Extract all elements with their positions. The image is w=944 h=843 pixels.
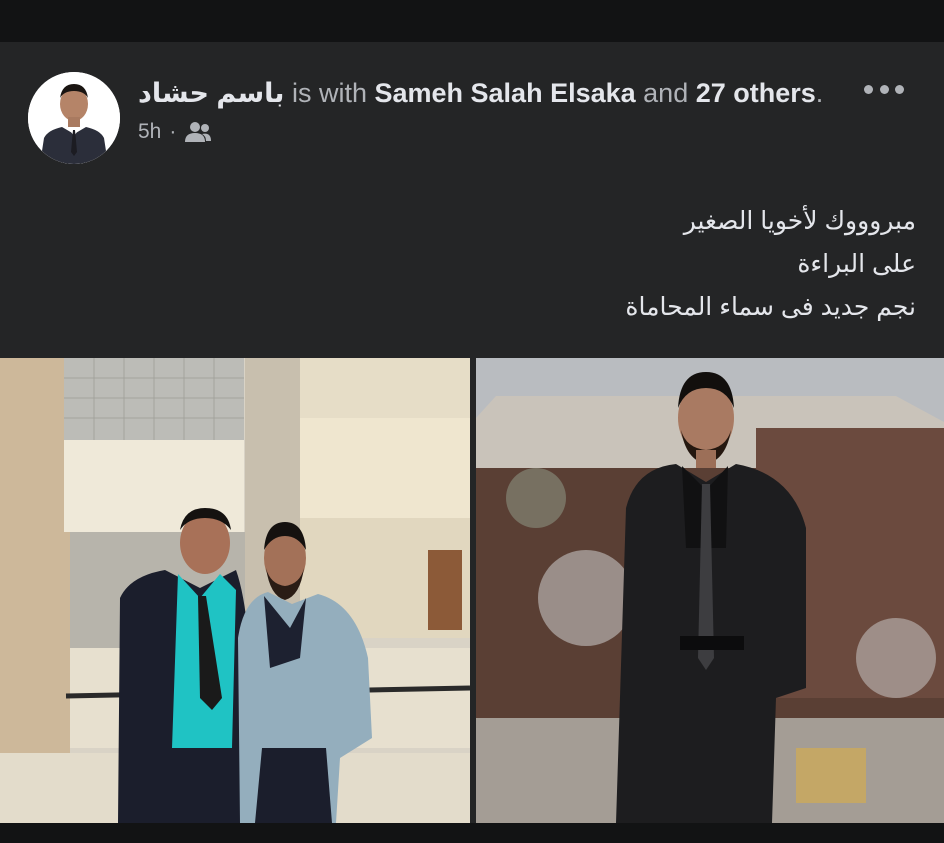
post-body-line: نجم جديد فى سماء المحاماة <box>625 293 916 321</box>
headline-period: . <box>815 78 824 108</box>
post-timestamp[interactable]: 5h <box>138 120 161 144</box>
and-text: and <box>643 78 689 108</box>
author-name-link[interactable]: باسم حشاد <box>138 78 284 108</box>
friends-icon[interactable] <box>184 121 212 143</box>
others-link[interactable]: 27 others <box>696 78 816 108</box>
more-dot <box>895 84 904 94</box>
post-body-text: مبروووك لأخويا الصغير على البراءة نجم جد… <box>625 200 916 329</box>
photo-two-men-in-suits[interactable] <box>0 358 470 823</box>
post-body-line: على البراءة <box>797 250 916 278</box>
with-text: is with <box>291 78 367 108</box>
top-bar <box>0 0 944 42</box>
more-dot <box>879 84 889 94</box>
bottom-bar <box>0 823 944 843</box>
post-headline: باسم حشاد is with Sameh Salah Elsaka and… <box>138 76 823 110</box>
meta-separator: · <box>169 120 177 143</box>
more-options-button[interactable] <box>858 74 910 104</box>
more-horizontal-icon <box>864 84 873 94</box>
avatar-image <box>28 72 120 164</box>
post-card: باسم حشاد is with Sameh Salah Elsaka and… <box>0 42 944 823</box>
tagged-person-link[interactable]: Sameh Salah Elsaka <box>374 78 635 108</box>
post-body-line: مبروووك لأخويا الصغير <box>683 207 916 235</box>
post-meta: 5h · <box>138 120 212 144</box>
photo-man-in-black-suit[interactable] <box>476 358 944 823</box>
author-avatar[interactable] <box>28 72 120 164</box>
